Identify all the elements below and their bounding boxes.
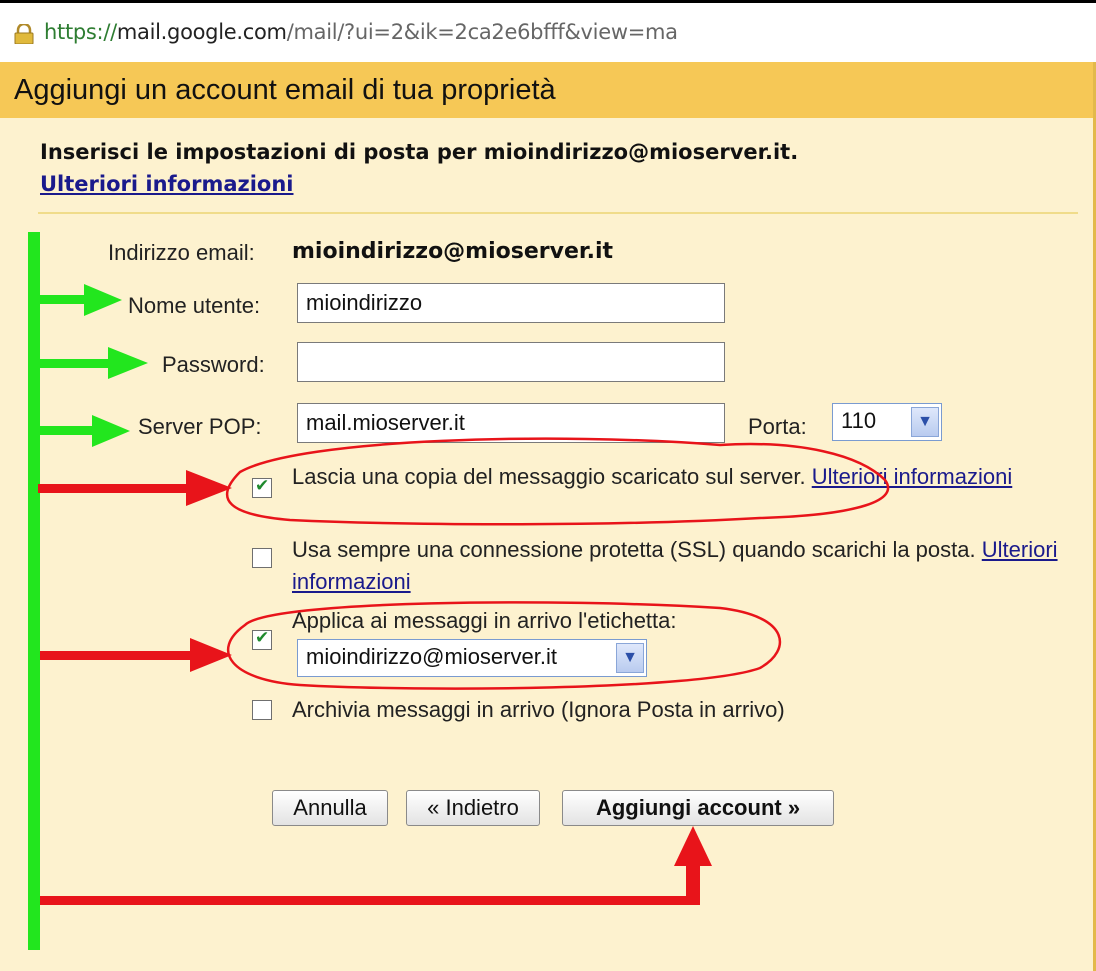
- password-label: Password:: [162, 352, 265, 377]
- email-value: mioindirizzo@mioserver.it: [292, 239, 614, 264]
- apply-label-option: Applica ai messaggi in arrivo l'etichett…: [292, 608, 677, 633]
- port-label: Porta:: [748, 414, 807, 439]
- chevron-down-icon[interactable]: ▼: [911, 407, 939, 437]
- add-account-dialog: Aggiungi un account email di tua proprie…: [0, 62, 1096, 971]
- server-label: Server POP:: [138, 414, 262, 439]
- intro-message: Inserisci le impostazioni di posta per m…: [40, 140, 799, 164]
- intro-help-link[interactable]: Ulteriori informazioni: [40, 172, 294, 196]
- keep-copy-label: Lascia una copia del messaggio scaricato…: [292, 464, 806, 489]
- cancel-button[interactable]: Annulla: [272, 790, 388, 826]
- label-select-value: mioindirizzo@mioserver.it: [306, 644, 557, 669]
- add-account-button[interactable]: Aggiungi account »: [562, 790, 834, 826]
- password-input[interactable]: [297, 342, 725, 382]
- keep-copy-checkbox[interactable]: [252, 476, 272, 498]
- username-label: Nome utente:: [128, 293, 261, 318]
- padlock-icon: [14, 24, 34, 44]
- url-scheme: https://: [44, 20, 117, 44]
- dialog-title: Aggiungi un account email di tua proprie…: [0, 62, 1096, 118]
- port-value: 110: [841, 408, 877, 433]
- intro-text: Inserisci le impostazioni di posta per m…: [40, 140, 799, 196]
- ssl-label: Usa sempre una connessione protetta (SSL…: [292, 537, 976, 562]
- archive-checkbox[interactable]: [252, 700, 272, 720]
- back-button[interactable]: « Indietro: [406, 790, 540, 826]
- ssl-option: Usa sempre una connessione protetta (SSL…: [292, 534, 1072, 598]
- username-input[interactable]: [297, 283, 725, 323]
- port-select[interactable]: 110 ▼: [832, 403, 942, 441]
- ssl-checkbox[interactable]: [252, 548, 272, 568]
- url-host: mail.google.com: [116, 20, 287, 44]
- label-select[interactable]: mioindirizzo@mioserver.it ▼: [297, 639, 647, 677]
- email-label: Indirizzo email:: [108, 240, 255, 265]
- top-border: [0, 0, 1096, 3]
- chevron-down-icon[interactable]: ▼: [616, 643, 644, 673]
- address-url[interactable]: https://mail.google.com/mail/?ui=2&ik=2c…: [44, 20, 678, 44]
- keep-copy-option: Lascia una copia del messaggio scaricato…: [292, 461, 1072, 493]
- archive-option: Archivia messaggi in arrivo (Ignora Post…: [292, 697, 785, 722]
- browser-address-bar[interactable]: https://mail.google.com/mail/?ui=2&ik=2c…: [0, 4, 1096, 52]
- url-path: /mail/?ui=2&ik=2ca2e6bfff&view=ma: [286, 20, 678, 44]
- section-divider: [38, 212, 1078, 214]
- apply-label-checkbox[interactable]: [252, 628, 272, 650]
- keep-copy-help-link[interactable]: Ulteriori informazioni: [812, 464, 1013, 489]
- server-input[interactable]: [297, 403, 725, 443]
